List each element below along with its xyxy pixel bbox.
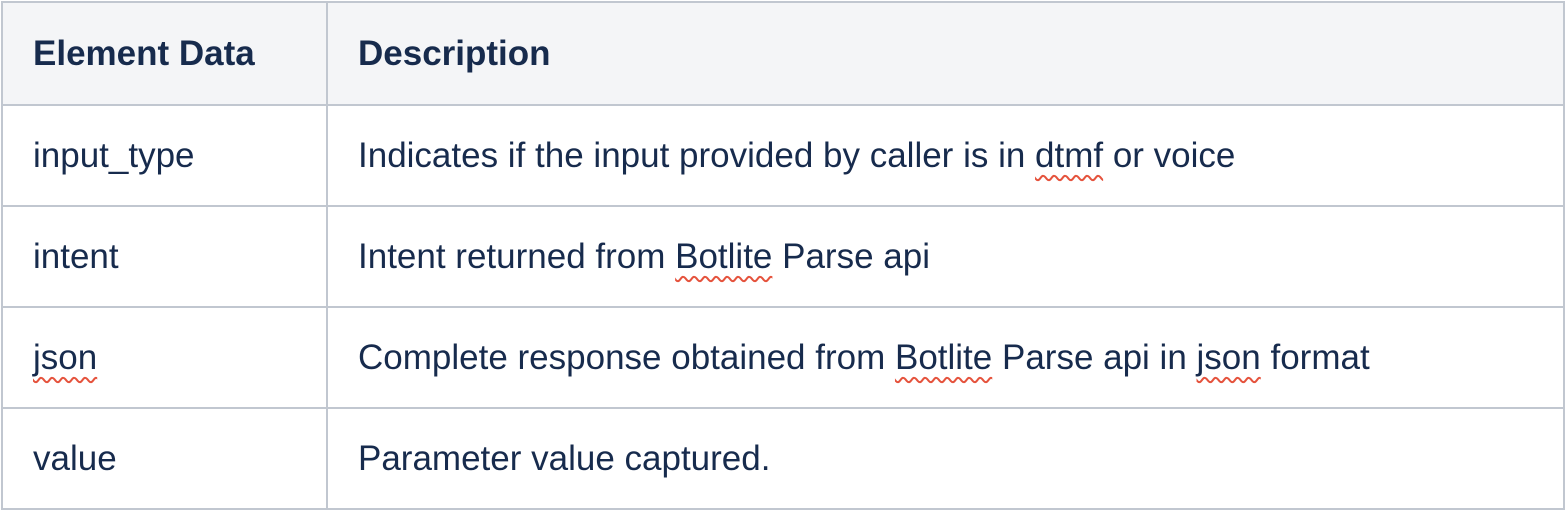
description-text: Parse api <box>772 236 930 276</box>
cell-element-name[interactable]: input_type <box>1 104 328 207</box>
table-header-row: Element Data Description <box>1 1 1565 106</box>
cell-element-name[interactable]: intent <box>1 205 328 308</box>
element-data-table: Element Data Description input_type Indic… <box>1 1 1565 510</box>
cell-description[interactable]: Complete response obtained from Botlite … <box>326 306 1565 409</box>
cell-description[interactable]: Intent returned from Botlite Parse api <box>326 205 1565 308</box>
misspelled-word[interactable]: Botlite <box>895 338 992 377</box>
description-text: Intent returned from <box>358 236 676 276</box>
header-description: Description <box>326 1 1565 106</box>
cell-description[interactable]: Indicates if the input provided by calle… <box>326 104 1565 207</box>
table-row: input_type Indicates if the input provide… <box>1 104 1565 207</box>
misspelled-word[interactable]: json <box>1197 338 1261 377</box>
cell-description[interactable]: Parameter value captured. <box>326 407 1565 510</box>
description-text: Indicates if the input provided by calle… <box>358 135 1036 175</box>
description-text: Complete response obtained from <box>358 337 895 377</box>
misspelled-word[interactable]: Botlite <box>675 237 772 276</box>
table-row: intent Intent returned from Botlite Parse… <box>1 205 1565 308</box>
description-text: format <box>1260 337 1370 377</box>
description-text: Parse api in <box>992 337 1197 377</box>
table-body: input_type Indicates if the input provide… <box>1 104 1565 510</box>
header-element-data: Element Data <box>1 1 328 106</box>
misspelled-word[interactable]: json <box>33 338 97 377</box>
cell-element-name[interactable]: json <box>1 306 328 409</box>
table-row: json Complete response obtained from Botl… <box>1 306 1565 409</box>
description-text: or voice <box>1103 135 1236 175</box>
table-row: value Parameter value captured. <box>1 407 1565 510</box>
description-text: Parameter value captured. <box>358 438 771 478</box>
cell-element-name[interactable]: value <box>1 407 328 510</box>
misspelled-word[interactable]: dtmf <box>1035 136 1103 175</box>
